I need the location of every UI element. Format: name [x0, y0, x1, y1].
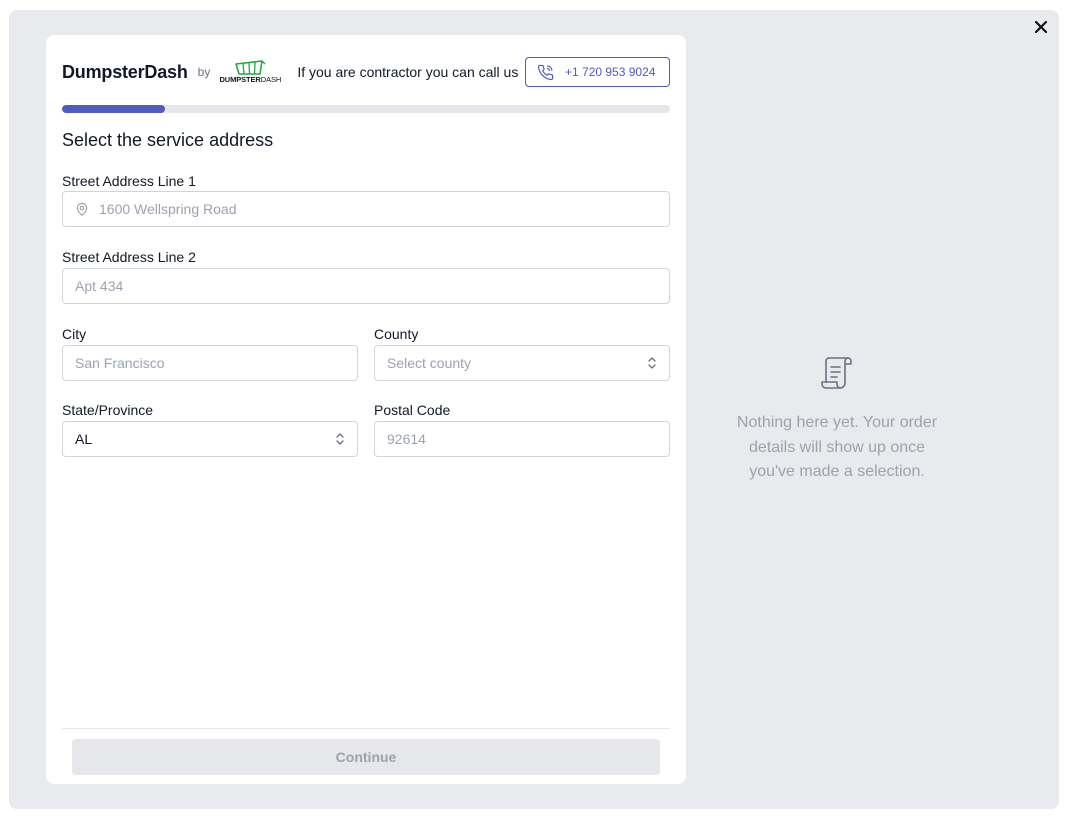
- map-pin-icon: [75, 202, 89, 217]
- postal-input[interactable]: 92614: [374, 421, 670, 457]
- state-label: State/Province: [62, 402, 154, 418]
- form-header: DumpsterDash by DUMPSTERDASH If you are …: [62, 57, 670, 87]
- continue-button[interactable]: Continue: [72, 739, 660, 775]
- progress-fill: [62, 105, 166, 113]
- street1-placeholder: 1600 Wellspring Road: [99, 201, 237, 217]
- brand-name: DumpsterDash: [62, 61, 188, 82]
- city-label: City: [62, 326, 87, 342]
- street2-placeholder: Apt 434: [75, 278, 124, 294]
- county-placeholder: Select county: [387, 355, 472, 371]
- street1-label: Street Address Line 1: [62, 173, 196, 189]
- phone-number: +1 720 953 9024: [565, 65, 656, 79]
- phone-icon: [537, 64, 554, 80]
- postal-label: Postal Code: [374, 402, 451, 418]
- order-summary-empty: Nothing here yet. Your order details wil…: [727, 355, 947, 485]
- footer-divider: [62, 728, 670, 729]
- logo-text: DUMPSTERDASH: [219, 75, 282, 84]
- close-icon: [1034, 20, 1048, 34]
- street2-input[interactable]: Apt 434: [62, 268, 670, 304]
- state-select[interactable]: AL: [62, 421, 358, 457]
- dumpsterdash-logo: DUMPSTERDASH: [219, 60, 281, 84]
- postal-placeholder: 92614: [387, 431, 426, 447]
- dumpster-logo-icon: [235, 60, 266, 75]
- progress-bar: [62, 105, 670, 113]
- state-value: AL: [75, 431, 93, 447]
- county-select[interactable]: Select county: [374, 345, 670, 381]
- section-title: Select the service address: [62, 130, 274, 150]
- empty-summary-text: Nothing here yet. Your order details wil…: [736, 414, 938, 480]
- call-phone-button[interactable]: +1 720 953 9024: [525, 57, 670, 87]
- county-label: County: [374, 326, 419, 342]
- city-placeholder: San Francisco: [75, 355, 165, 371]
- city-input[interactable]: San Francisco: [62, 345, 358, 381]
- receipt-scroll-icon: [821, 357, 852, 389]
- order-form-card: DumpsterDash by DUMPSTERDASH If you are …: [46, 35, 686, 784]
- street2-label: Street Address Line 2: [62, 249, 196, 265]
- contractor-call-text: If you are contractor you can call us: [297, 64, 519, 80]
- chevron-up-down-icon: [648, 357, 656, 369]
- street1-input[interactable]: 1600 Wellspring Road: [62, 191, 670, 227]
- by-label: by: [197, 65, 211, 79]
- close-button[interactable]: [1031, 17, 1051, 37]
- chevron-up-down-icon: [336, 433, 344, 445]
